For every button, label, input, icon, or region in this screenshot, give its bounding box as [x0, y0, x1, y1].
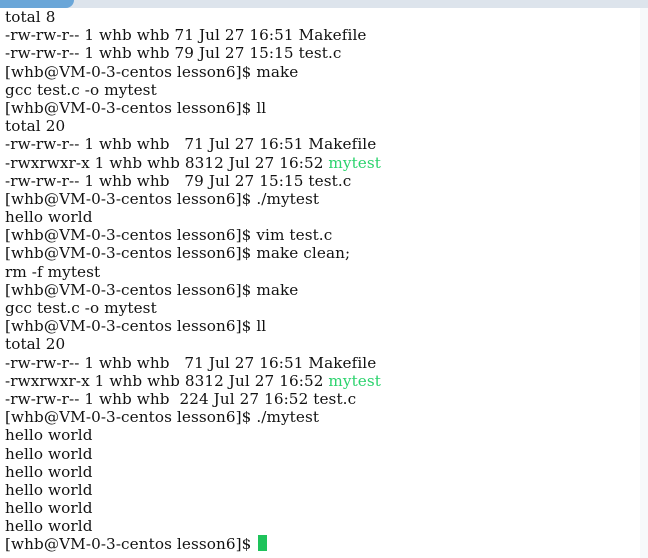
- terminal-line-with-executable: -rwxrwxr-x 1 whb whb 8312 Jul 27 16:52 m…: [5, 154, 381, 172]
- terminal-line: -rw-rw-r-- 1 whb whb 79 Jul 27 15:15 tes…: [5, 171, 352, 190]
- terminal-line: total 20: [5, 117, 66, 136]
- terminal-line: hello world: [5, 517, 93, 536]
- screenshot-root: total 8 -rw-rw-r-- 1 whb whb 71 Jul 27 1…: [0, 0, 648, 558]
- file-listing-prefix: -rwxrwxr-x 1 whb whb 8312 Jul 27 16:52: [5, 371, 329, 390]
- executable-filename: mytest: [328, 153, 381, 172]
- terminal-line: hello world: [5, 499, 93, 518]
- terminal-line: [whb@VM-0-3-centos lesson6]$ ./mytest: [5, 408, 320, 427]
- terminal-line: hello world: [5, 462, 93, 481]
- executable-filename: mytest: [328, 371, 381, 390]
- terminal-window[interactable]: total 8 -rw-rw-r-- 1 whb whb 71 Jul 27 1…: [0, 8, 641, 558]
- terminal-line: [whb@VM-0-3-centos lesson6]$ ll: [5, 317, 267, 336]
- terminal-line: -rw-rw-r-- 1 whb whb 71 Jul 27 16:51 Mak…: [5, 353, 377, 372]
- file-listing-prefix: -rwxrwxr-x 1 whb whb 8312 Jul 27 16:52: [5, 153, 329, 172]
- terminal-line: -rw-rw-r-- 1 whb whb 79 Jul 27 15:15 tes…: [5, 44, 342, 63]
- terminal-line: hello world: [5, 444, 93, 463]
- terminal-line: [whb@VM-0-3-centos lesson6]$ vim test.c: [5, 226, 333, 245]
- terminal-output: total 8 -rw-rw-r-- 1 whb whb 71 Jul 27 1…: [5, 8, 381, 554]
- terminal-line-with-executable: -rwxrwxr-x 1 whb whb 8312 Jul 27 16:52 m…: [5, 372, 381, 390]
- terminal-line: [whb@VM-0-3-centos lesson6]$ make clean;: [5, 244, 351, 263]
- top-window-strip: [0, 0, 648, 8]
- terminal-line: hello world: [5, 208, 93, 227]
- terminal-line: [whb@VM-0-3-centos lesson6]$ make: [5, 280, 299, 299]
- right-window-gutter: [640, 8, 648, 558]
- terminal-line: hello world: [5, 480, 93, 499]
- terminal-line: [whb@VM-0-3-centos lesson6]$ ./mytest: [5, 189, 320, 208]
- terminal-line: gcc test.c -o mytest: [5, 80, 157, 99]
- current-prompt-line[interactable]: [whb@VM-0-3-centos lesson6]$: [5, 535, 381, 553]
- terminal-cursor[interactable]: [258, 535, 268, 552]
- terminal-line: total 8: [5, 8, 56, 26]
- shell-prompt: [whb@VM-0-3-centos lesson6]$: [5, 535, 257, 554]
- terminal-line: -rw-rw-r-- 1 whb whb 224 Jul 27 16:52 te…: [5, 389, 357, 408]
- terminal-line: hello world: [5, 426, 93, 445]
- terminal-line: gcc test.c -o mytest: [5, 299, 157, 317]
- terminal-line: total 20: [5, 335, 66, 354]
- cropped-tab-fragment: [0, 0, 74, 8]
- terminal-line: rm -f mytest: [5, 262, 101, 281]
- terminal-line: -rw-rw-r-- 1 whb whb 71 Jul 27 16:51 Mak…: [5, 26, 367, 45]
- terminal-line: -rw-rw-r-- 1 whb whb 71 Jul 27 16:51 Mak…: [5, 135, 377, 154]
- terminal-line: [whb@VM-0-3-centos lesson6]$ make: [5, 62, 299, 81]
- terminal-line: [whb@VM-0-3-centos lesson6]$ ll: [5, 98, 267, 117]
